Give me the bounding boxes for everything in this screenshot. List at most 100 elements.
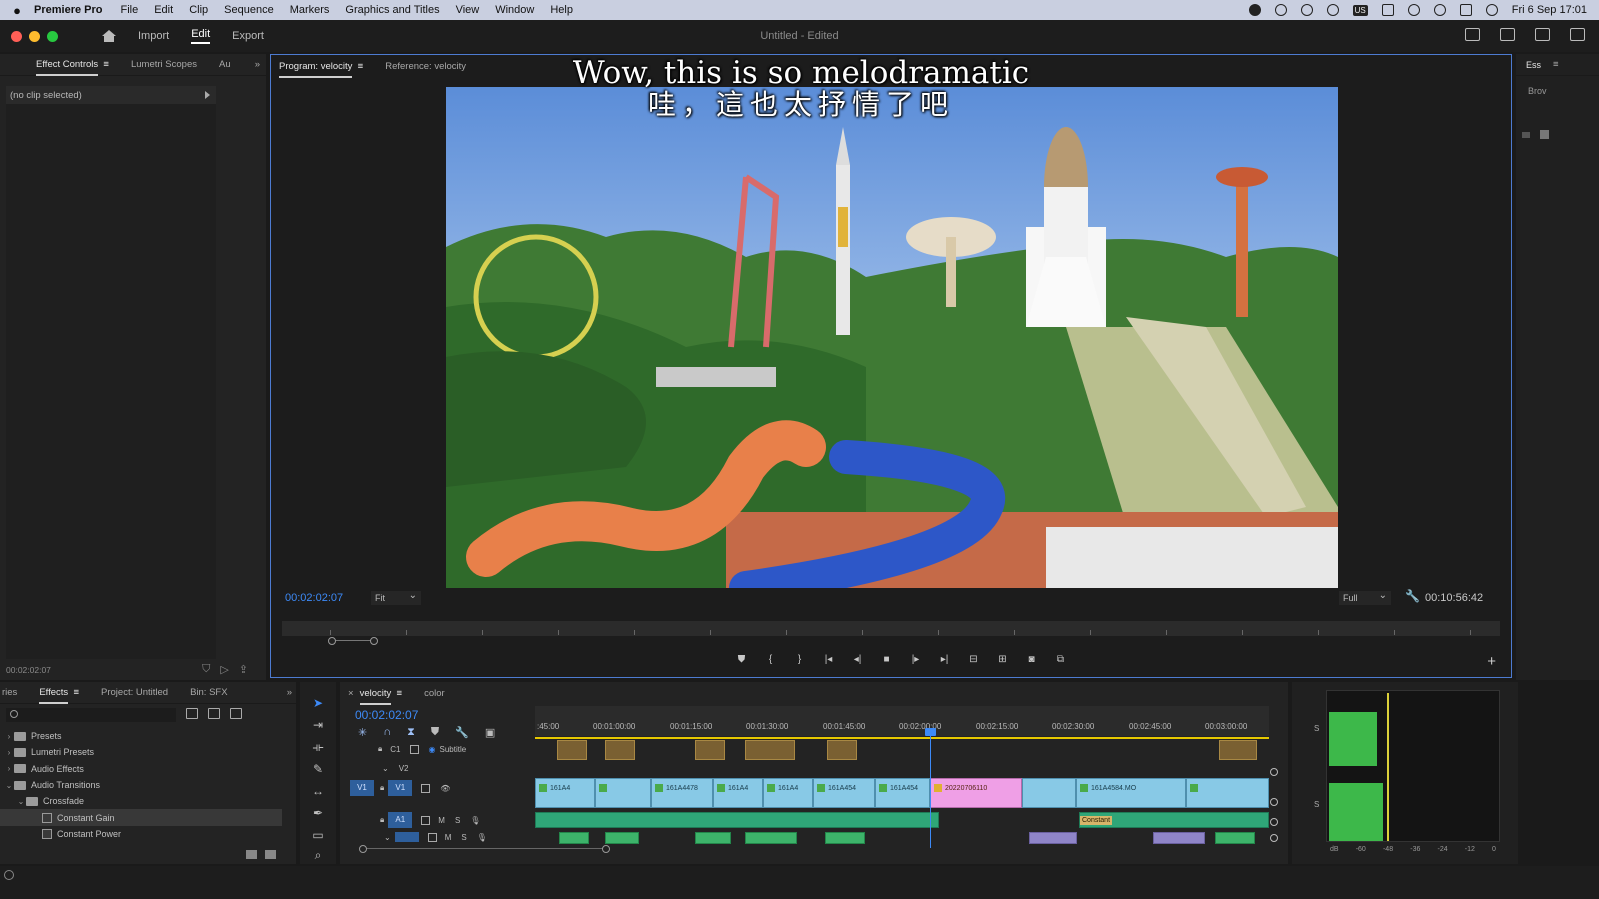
menubar-clock[interactable]: Fri 6 Sep 17:01 <box>1512 4 1587 16</box>
export-frame-camera-icon[interactable]: ◙ <box>1024 653 1039 667</box>
comparison-view-icon[interactable]: ⧉ <box>1053 653 1068 667</box>
video-clip[interactable]: 161A454 <box>813 778 875 808</box>
tree-row-constant-gain[interactable]: Constant Gain <box>0 809 282 826</box>
menu-markers[interactable]: Markers <box>290 4 330 16</box>
menu-graphics-and-titles[interactable]: Graphics and Titles <box>345 4 439 16</box>
video-clip[interactable]: 161A4 <box>713 778 763 808</box>
caption-clip[interactable] <box>745 740 795 760</box>
source-patch-v1[interactable]: V1 <box>350 780 374 796</box>
zoom-window-button[interactable] <box>47 30 58 42</box>
menu-window[interactable]: Window <box>495 4 534 16</box>
sync-lock-icon[interactable] <box>427 832 437 842</box>
video-clip[interactable]: 161A4 <box>763 778 813 808</box>
tab-reference[interactable]: Reference: velocity <box>385 61 466 72</box>
timeline-zoom-scrollbar[interactable] <box>359 845 610 853</box>
audio-clip[interactable] <box>745 832 797 844</box>
tree-row-constant-power[interactable]: Constant Power <box>0 826 282 842</box>
new-bin-icon[interactable] <box>246 850 257 859</box>
tab-program[interactable]: Program: velocity ≡ <box>279 60 363 78</box>
program-playhead-timecode[interactable]: 00:02:02:07 <box>285 592 343 604</box>
32bit-effects-icon[interactable] <box>208 708 220 719</box>
yuv-effects-icon[interactable] <box>230 708 242 719</box>
solo-left-button[interactable]: S <box>1314 724 1319 733</box>
extract-icon[interactable]: ⊞ <box>995 653 1010 667</box>
creative-cloud-icon[interactable] <box>1274 4 1287 16</box>
control-center-icon[interactable] <box>1459 4 1472 16</box>
eye-icon[interactable]: 👁︎ <box>440 784 450 793</box>
voiceover-mic-icon[interactable]: 🎙︎ <box>477 833 487 842</box>
effects-search-input[interactable] <box>6 708 176 722</box>
add-marker-icon[interactable]: ⛊ <box>734 653 749 667</box>
keyframe-navigator-icon[interactable] <box>1270 834 1278 842</box>
keyframe-navigator-icon[interactable] <box>1270 798 1278 806</box>
tab-browse[interactable]: Brov <box>1528 86 1547 96</box>
effect-controls-timecode[interactable]: 00:02:02:07 <box>6 665 51 675</box>
ripple-edit-tool-icon[interactable]: ⟛ <box>311 740 325 754</box>
mute-button[interactable]: M <box>445 833 452 842</box>
moon-icon[interactable] <box>1300 4 1313 16</box>
collapse-icon[interactable]: ⌄ <box>384 833 391 842</box>
menu-file[interactable]: File <box>120 4 138 16</box>
solo-button[interactable]: S <box>461 833 466 842</box>
video-clip[interactable]: 161A4 <box>535 778 595 808</box>
volume-icon[interactable] <box>1381 4 1394 16</box>
timeline-playhead-line[interactable] <box>930 730 931 848</box>
close-sequence-icon[interactable]: × <box>348 688 354 699</box>
button-editor-plus-icon[interactable]: + <box>1487 653 1496 670</box>
tab-import[interactable]: Import <box>138 30 169 42</box>
audio-clip[interactable] <box>695 832 731 844</box>
zoom-tool-icon[interactable]: ⌕ <box>311 848 325 862</box>
caption-clip[interactable] <box>695 740 725 760</box>
audio-track-a2-lane[interactable] <box>535 832 1269 846</box>
audio-clip[interactable] <box>825 832 865 844</box>
expand-arrow-icon[interactable] <box>205 91 210 99</box>
close-window-button[interactable] <box>11 30 22 42</box>
mark-in-icon[interactable]: { <box>763 653 778 667</box>
video-clip[interactable]: 161A454 <box>875 778 930 808</box>
twisty-icon[interactable]: › <box>4 748 14 757</box>
tree-row-audio-effects[interactable]: › Audio Effects <box>0 761 282 777</box>
tab-essential-graphics[interactable]: Ess <box>1526 60 1541 70</box>
caption-clip[interactable] <box>827 740 857 760</box>
video-clip[interactable] <box>1186 778 1269 808</box>
caption-clip[interactable] <box>605 740 635 760</box>
video-clip[interactable] <box>595 778 651 808</box>
menu-view[interactable]: View <box>456 4 480 16</box>
input-source-badge[interactable]: US <box>1352 4 1368 16</box>
menu-clip[interactable]: Clip <box>189 4 208 16</box>
right-panel-menu-icon[interactable]: ≡ <box>1553 59 1559 70</box>
tab-effects[interactable]: Effects ≡ <box>39 687 79 704</box>
tree-row-presets[interactable]: › Presets <box>0 728 282 744</box>
more-panels-chevron-icon[interactable]: » <box>287 687 292 698</box>
mute-button[interactable]: M <box>438 816 445 825</box>
tab-project[interactable]: Project: Untitled <box>101 687 168 698</box>
constant-gain-transition[interactable]: Constant <box>1080 816 1113 825</box>
wifi-icon[interactable] <box>1407 4 1420 16</box>
tab-sequence-color[interactable]: color <box>424 688 445 699</box>
fullscreen-icon[interactable] <box>1570 28 1585 41</box>
more-panels-chevron-icon[interactable]: » <box>255 59 260 70</box>
new-layer-icon[interactable] <box>1540 130 1549 139</box>
playback-resolution-dropdown[interactable]: Full <box>1339 590 1391 605</box>
tab-sequence-velocity[interactable]: velocity ≡ <box>359 687 402 705</box>
audio-clip[interactable] <box>1215 832 1255 844</box>
lock-icon[interactable]: 🔒︎ <box>378 744 382 754</box>
tree-row-crossfade[interactable]: ⌄ Crossfade <box>0 793 282 809</box>
siri-icon[interactable] <box>1485 4 1498 16</box>
tab-audio-clip-mixer[interactable]: Au <box>219 59 231 70</box>
video-frame[interactable] <box>446 87 1338 588</box>
track-target-a2[interactable] <box>394 832 419 842</box>
program-time-ruler[interactable] <box>282 621 1500 636</box>
app-name-menu[interactable]: Premiere Pro <box>34 4 102 16</box>
razor-tool-icon[interactable]: ✎ <box>311 762 325 776</box>
keyframe-navigator-icon[interactable] <box>1270 768 1278 776</box>
add-marker-icon[interactable]: ⛊ <box>431 726 439 739</box>
solo-button[interactable]: S <box>455 816 460 825</box>
no-clip-selected-row[interactable]: (no clip selected) <box>6 86 216 104</box>
spotlight-search-icon[interactable] <box>1433 4 1446 16</box>
timeline-time-ruler[interactable]: :45:00 00:01:00:00 00:01:15:00 00:01:30:… <box>535 706 1269 736</box>
video-clip[interactable]: 161A4584.MO <box>1076 778 1186 808</box>
tab-effect-controls[interactable]: Effect Controls ≡ <box>36 59 109 76</box>
tab-libraries[interactable]: ries <box>2 687 17 698</box>
home-icon[interactable] <box>102 30 116 42</box>
